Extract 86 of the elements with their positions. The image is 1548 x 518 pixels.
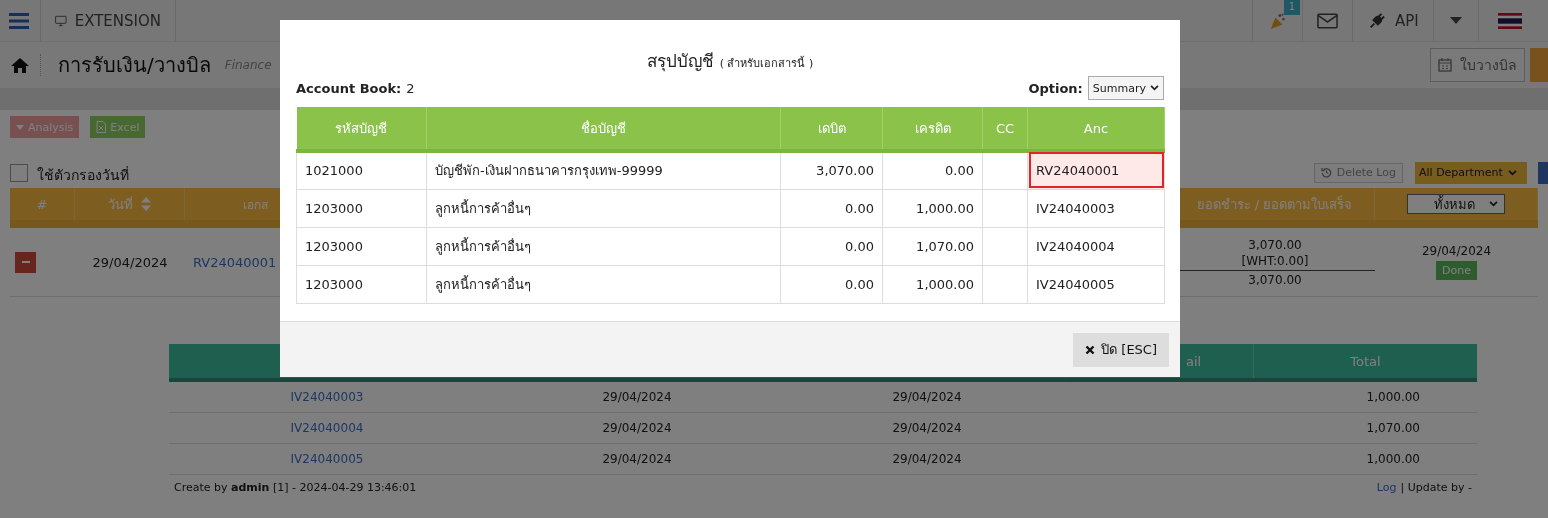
table-cell: 1203000	[296, 265, 427, 303]
notification-badge: 1	[1283, 0, 1300, 15]
flag-icon	[1498, 12, 1522, 29]
table-cell: IV24040003	[1027, 189, 1165, 227]
document-link[interactable]: IV24040004	[290, 421, 364, 435]
table-cell: บัญชีพัก-เงินฝากธนาคารกรุงเทพ-99999	[426, 151, 781, 189]
table-cell: IV24040005	[1027, 265, 1165, 303]
table-cell: ลูกหนี้การค้าอื่นๆ	[426, 227, 781, 265]
table-cell: 1,000.00	[1366, 452, 1420, 466]
delete-log-button[interactable]: Delete Log	[1313, 162, 1403, 183]
column-header: ชื่อบัญชี	[426, 107, 781, 151]
chevron-icon	[1489, 201, 1498, 207]
table-cell: ลูกหนี้การค้าอื่นๆ	[426, 189, 781, 227]
table-cell: ลูกหนี้การค้าอื่นๆ	[426, 265, 781, 303]
close-button[interactable]: ปิด [ESC]	[1073, 332, 1169, 367]
api-menu[interactable]: API	[1352, 0, 1433, 41]
table-cell: RV24040001	[1027, 151, 1165, 189]
table-cell: 0.00	[780, 189, 883, 227]
column-header[interactable]: วันที่	[108, 193, 133, 215]
table-cell: 1,000.00	[1366, 390, 1420, 404]
table-cell: 1,070.00	[1366, 421, 1420, 435]
table-cell: 29/04/2024	[602, 421, 672, 435]
history-icon	[1320, 167, 1332, 178]
table-cell: 1,000.00	[882, 265, 983, 303]
table-cell: 29/04/2024	[892, 452, 962, 466]
bill-button[interactable]: ใบวางบิล	[1430, 48, 1525, 82]
column-header: เดบิต	[780, 107, 883, 151]
account-book-value: 2	[406, 80, 415, 96]
table-cell: 1203000	[296, 227, 427, 265]
spreadsheet-file-icon	[96, 121, 107, 133]
table-cell: 0.00	[780, 227, 883, 265]
close-icon	[1085, 344, 1096, 355]
menu-icon[interactable]	[8, 13, 30, 29]
account-book-label: Account Book:	[296, 80, 402, 96]
table-cell: 0.00	[780, 265, 883, 303]
date-filter-checkbox[interactable]	[10, 163, 28, 182]
department-select[interactable]: All Department	[1415, 161, 1527, 184]
calendar-icon	[1438, 58, 1452, 72]
chevron-icon	[1507, 169, 1517, 176]
table-cell: 29/04/2024	[892, 390, 962, 404]
column-header: Total	[1350, 353, 1381, 369]
table-cell: 1,070.00	[882, 227, 983, 265]
modal-title-note: ( สำหรับเอกสารนี้ )	[719, 55, 814, 72]
collapse-button[interactable]	[15, 251, 36, 273]
column-header: ail	[1186, 353, 1202, 369]
chevron-icon	[1150, 85, 1159, 91]
table-cell: 29/04/2024	[892, 421, 962, 435]
created-by-text: Create by admin [1] - 2024-04-29 13:46:01	[174, 480, 417, 494]
table-cell: 29/04/2024	[602, 390, 672, 404]
table-cell: 29/04/2024	[92, 254, 168, 270]
table-cell: 0.00	[882, 151, 983, 189]
table-cell: 29/04/2024	[1421, 244, 1492, 258]
status-badge: Done	[1436, 261, 1477, 280]
home-icon[interactable]	[10, 57, 30, 73]
column-header: Anc	[1027, 107, 1165, 151]
table-cell: 1,000.00	[882, 189, 983, 227]
column-header: เอกส	[243, 196, 268, 214]
plug-icon	[1367, 11, 1387, 30]
table-cell: 29/04/2024	[602, 452, 672, 466]
column-header: CC	[982, 107, 1028, 151]
table-cell: 3,070.00	[780, 151, 883, 189]
table-cell: 3,070.00	[1248, 272, 1302, 287]
modal-title: สรุปบัญชี	[646, 50, 714, 74]
page-title: การรับเงิน/วางบิล	[58, 52, 211, 79]
date-filter-label: ใช้ตัวกรองวันที่	[37, 165, 129, 185]
document-link[interactable]: RV24040001	[193, 254, 277, 270]
extension-menu[interactable]: EXTENSION	[40, 0, 176, 41]
document-link[interactable]: IV24040003	[290, 390, 364, 404]
caret-icon	[16, 124, 24, 130]
celebration-button[interactable]: 1	[1252, 0, 1302, 41]
updated-by-text: | Update by -	[1400, 480, 1472, 494]
column-header: #	[10, 188, 75, 220]
option-label: Option:	[1028, 80, 1083, 96]
document-link[interactable]: IV24040005	[290, 452, 364, 466]
caret-icon	[1450, 17, 1462, 24]
table-cell: IV24040004	[1027, 227, 1165, 265]
log-link[interactable]: Log	[1376, 480, 1397, 494]
column-header: เครดิต	[882, 107, 983, 151]
mail-icon	[1317, 12, 1338, 29]
status-filter-select[interactable]: ทั้งหมด	[1407, 194, 1505, 214]
table-cell: 1021000	[296, 151, 427, 189]
action-button[interactable]: Excel	[90, 116, 146, 138]
table-cell: 3,070.00	[1248, 237, 1302, 252]
column-header: รหัสบัญชี	[296, 107, 427, 151]
option-select[interactable]: Summary	[1087, 76, 1164, 100]
table-cell: 1203000	[296, 189, 427, 227]
